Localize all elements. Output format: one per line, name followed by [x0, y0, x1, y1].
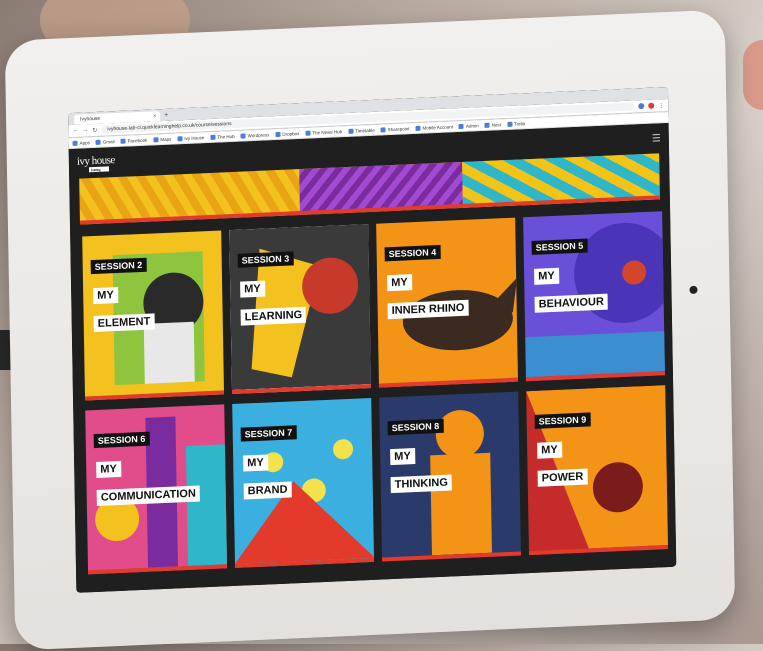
hamburger-menu-icon[interactable]: ☰ [652, 133, 661, 144]
bookmark-label: Apps [79, 139, 90, 146]
session-number: SESSION 3 [237, 251, 294, 268]
session-card-5[interactable]: SESSION 5 MY BEHAVIOUR [523, 211, 665, 382]
bookmark-label: Admin [465, 122, 479, 129]
logo-text: ivy house [76, 153, 115, 168]
bookmark-icon [415, 125, 421, 131]
bookmark-item[interactable]: Trello [506, 120, 526, 127]
bookmark-item[interactable]: Ivy House [177, 135, 204, 141]
session-number: SESSION 6 [93, 431, 150, 449]
session-title-line1: MY [537, 441, 562, 459]
bookmark-label: Mobile Account [422, 123, 454, 131]
bookmark-label: Timetable [355, 127, 375, 134]
bookmark-label: The Hub [217, 133, 235, 140]
session-title-line2: ELEMENT [93, 313, 155, 333]
bookmark-icon [305, 130, 311, 136]
bookmark-icon [484, 122, 490, 128]
bookmark-icon [120, 138, 126, 144]
bookmark-icon [380, 126, 386, 133]
tablet-screen: Ivyhouse × + ← → ↻ ivyhouse-lab-cl.quick… [68, 86, 677, 593]
bookmark-icon [72, 140, 78, 146]
logo-badge: learning [88, 165, 110, 172]
bookmark-item[interactable]: The Hub [210, 133, 235, 140]
session-title-line2: LEARNING [240, 306, 307, 326]
tablet-home-button[interactable] [689, 285, 698, 295]
bookmark-label: Sharepoint [387, 125, 410, 132]
bookmark-icon [153, 136, 159, 142]
forward-icon[interactable]: → [82, 127, 88, 133]
session-title-line2: POWER [537, 468, 588, 487]
bookmark-item[interactable]: Nest [484, 121, 502, 128]
bookmark-item[interactable]: Apps [72, 139, 90, 146]
bookmark-item[interactable]: Facebook [120, 137, 148, 144]
session-title-line1: MY [243, 454, 268, 472]
bookmark-icon [458, 123, 465, 129]
bookmark-item[interactable]: Dropbox [275, 131, 299, 137]
bookmark-label: Nest [491, 121, 502, 128]
ivyhouse-site: ivy house learning ☰ SESSION 2 MY ELEMENT S… [68, 122, 677, 593]
bookmark-item[interactable]: Maps [153, 136, 171, 142]
bookmark-label: The News Hub [312, 128, 343, 135]
session-grid: SESSION 2 MY ELEMENT SESSION 3 MY LEARNING SES… [82, 211, 669, 575]
bookmark-icon [348, 128, 354, 134]
bookmark-item[interactable]: Mobile Account [415, 124, 453, 131]
new-tab-icon[interactable]: + [164, 111, 168, 121]
session-card-7[interactable]: SESSION 7 MY BRAND [232, 397, 375, 568]
bookmark-icon [275, 131, 281, 137]
bookmark-label: Ivy House [184, 134, 205, 141]
bookmark-icon [177, 135, 183, 141]
browser-menu-icon[interactable]: ⋮ [658, 102, 664, 109]
bookmark-icon [210, 134, 216, 140]
bookmark-item[interactable]: Timetable [348, 127, 375, 134]
profile-avatar[interactable] [648, 102, 655, 109]
session-title-line2: BRAND [243, 481, 292, 500]
back-icon[interactable]: ← [72, 128, 78, 134]
browser-tab-title: Ivyhouse [80, 115, 101, 123]
session-title-line1: MY [387, 274, 412, 292]
extension-icon[interactable] [638, 103, 645, 110]
background-hand-right [743, 40, 763, 110]
session-title-line1: MY [93, 287, 118, 305]
tablet-device: Ivyhouse × + ← → ↻ ivyhouse-lab-cl.quick… [4, 9, 736, 651]
session-number: SESSION 9 [534, 412, 591, 429]
bookmark-icon [240, 132, 246, 139]
bookmark-icon [95, 139, 101, 145]
session-number: SESSION 4 [384, 244, 441, 262]
bookmark-label: Wordpress [247, 131, 270, 138]
bookmark-icon [506, 121, 513, 127]
bookmark-item[interactable]: Wordpress [240, 131, 270, 139]
bookmark-label: Dropbox [282, 130, 300, 137]
session-number: SESSION 5 [531, 238, 588, 255]
session-title-line2: THINKING [390, 474, 453, 494]
bookmark-label: Facebook [127, 137, 148, 144]
site-logo[interactable]: ivy house learning [77, 154, 115, 173]
session-card-2[interactable]: SESSION 2 MY ELEMENT [82, 230, 225, 401]
session-card-4[interactable]: SESSION 4 MY INNER RHINO [376, 217, 518, 388]
session-number: SESSION 7 [240, 425, 297, 442]
session-card-3[interactable]: SESSION 3 MY LEARNING [229, 224, 372, 395]
session-title-line2: BEHAVIOUR [534, 293, 608, 313]
bookmark-label: Maps [160, 136, 172, 142]
bookmark-label: Trello [513, 120, 526, 127]
reload-icon[interactable]: ↻ [92, 126, 97, 133]
bookmark-item[interactable]: Admin [458, 122, 479, 129]
session-card-8[interactable]: SESSION 8 MY THINKING [379, 391, 522, 562]
session-card-6[interactable]: SESSION 6 MY COMMUNICATION [85, 404, 228, 575]
session-card-9[interactable]: SESSION 9 MY POWER [526, 385, 669, 556]
session-artwork [235, 439, 375, 564]
session-title-line1: MY [534, 267, 559, 285]
session-number: SESSION 2 [90, 257, 147, 275]
session-title-line1: MY [96, 460, 121, 478]
bookmark-item[interactable]: Sharepoint [380, 125, 410, 133]
close-tab-icon[interactable]: × [153, 111, 156, 121]
bookmark-label: Gmail [102, 138, 115, 145]
session-title-line1: MY [390, 448, 415, 466]
bookmark-item[interactable]: Gmail [95, 138, 115, 145]
session-title-line1: MY [240, 280, 265, 298]
session-artwork [526, 385, 669, 549]
bookmark-item[interactable]: The News Hub [305, 129, 342, 136]
session-number: SESSION 8 [387, 418, 444, 436]
